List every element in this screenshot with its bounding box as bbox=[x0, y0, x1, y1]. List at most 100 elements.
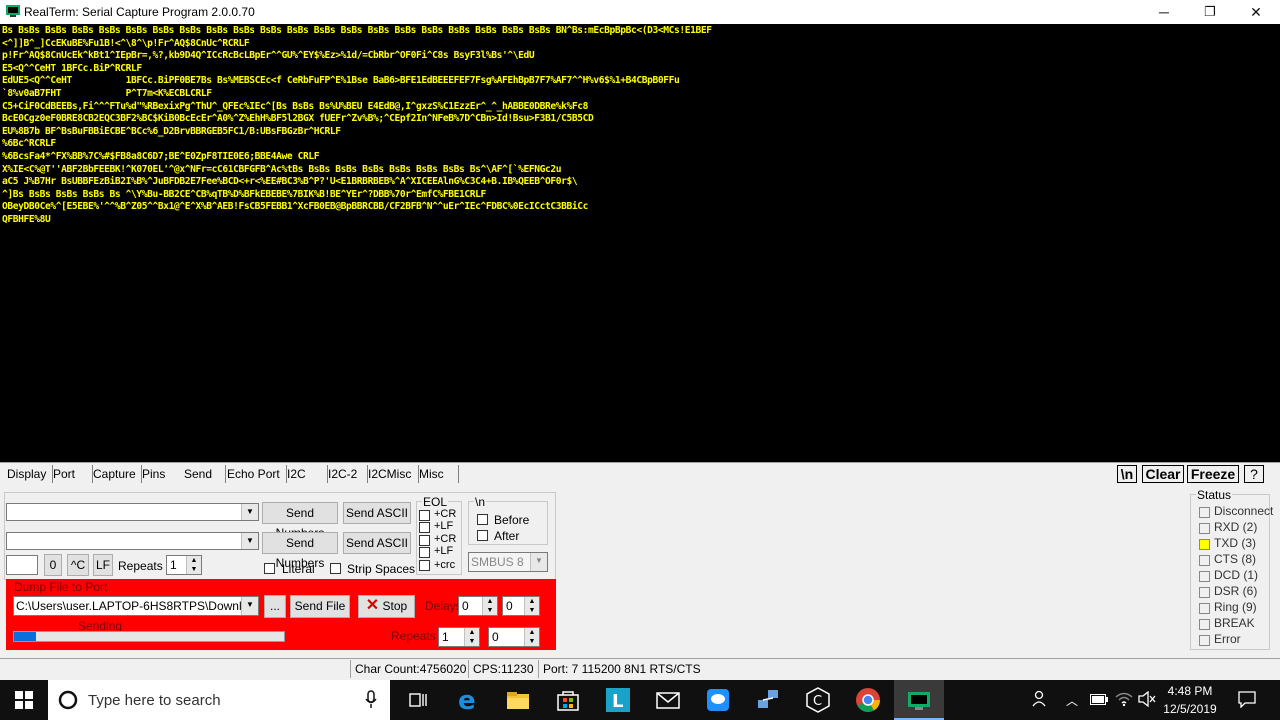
store-icon[interactable] bbox=[554, 686, 582, 714]
terminal-line: BcE0Cgz0eF0BRE8CB2EQC3BF2%BC$KiB0BcEcEr^… bbox=[2, 113, 594, 125]
dump-file-path[interactable]: C:\Users\user.LAPTOP-6HS8RTPS\Downloac ▼ bbox=[13, 596, 259, 616]
mail-icon[interactable] bbox=[654, 686, 682, 714]
zero-button[interactable]: 0 bbox=[44, 554, 62, 576]
ctrl-c-button[interactable]: ^C bbox=[67, 554, 89, 576]
repeat-spinner-1[interactable]: 1 ▲ ▼ bbox=[438, 627, 480, 647]
status-led-error bbox=[1199, 635, 1210, 646]
tab-echo-port[interactable]: Echo Port bbox=[224, 465, 287, 483]
eol-cr-label-1: +CR bbox=[434, 508, 457, 520]
delay-value-2: 0 bbox=[506, 599, 513, 613]
stop-button[interactable]: ✕ Stop bbox=[358, 595, 415, 618]
network-app-icon[interactable] bbox=[754, 686, 782, 714]
eol-crc-label: +crc bbox=[434, 559, 456, 571]
clear-button[interactable]: Clear bbox=[1142, 465, 1184, 483]
newline-button[interactable]: \n bbox=[1117, 465, 1137, 483]
eol-cr-checkbox-1[interactable] bbox=[419, 510, 430, 521]
terminal-line: <^]]B^_]CcEKuBE%Fu1B!<^\8^\p!Fr^AQ$8CnUc… bbox=[2, 37, 250, 49]
delay-spinner-2[interactable]: 0 ▲ ▼ bbox=[502, 596, 540, 616]
send-ascii-button-2[interactable]: Send ASCII bbox=[343, 532, 411, 554]
file-explorer-icon[interactable] bbox=[504, 686, 532, 714]
l-app-icon[interactable]: L bbox=[604, 686, 632, 714]
tab-i2c-2[interactable]: I2C-2 bbox=[325, 465, 368, 483]
maximize-button[interactable]: ❐ bbox=[1187, 0, 1233, 24]
eol-crc-checkbox[interactable] bbox=[419, 560, 430, 571]
svg-text:L: L bbox=[612, 691, 623, 712]
clock-date[interactable]: 12/5/2019 bbox=[1160, 702, 1220, 716]
send-input-2[interactable]: ▼ bbox=[6, 532, 259, 550]
tab-i2cmisc[interactable]: I2CMisc bbox=[365, 465, 419, 483]
wifi-icon[interactable] bbox=[1115, 691, 1133, 710]
after-checkbox[interactable] bbox=[477, 530, 488, 541]
edge-browser-icon[interactable]: e bbox=[454, 686, 482, 716]
chevron-down-icon[interactable]: ▼ bbox=[241, 504, 258, 520]
literal-label: Literal bbox=[282, 562, 315, 576]
send-numbers-button-2[interactable]: Send Numbers bbox=[262, 532, 338, 570]
tab-pins[interactable]: Pins bbox=[139, 465, 184, 483]
notification-icon[interactable] bbox=[1238, 690, 1256, 711]
chevron-down-icon[interactable]: ▼ bbox=[530, 553, 547, 571]
spin-arrows-icon[interactable]: ▲ ▼ bbox=[186, 556, 201, 574]
close-button[interactable]: ✕ bbox=[1233, 0, 1279, 24]
repeats-spinner[interactable]: 1 ▲ ▼ bbox=[166, 555, 202, 575]
tab-i2c[interactable]: I2C bbox=[284, 465, 328, 483]
freeze-button[interactable]: Freeze bbox=[1187, 465, 1239, 483]
tab-capture[interactable]: Capture bbox=[90, 465, 142, 483]
terminal-display[interactable]: Bs BsBs BsBs BsBs BsBs BsBs BsBs BsBs Bs… bbox=[0, 24, 1280, 462]
c-app-icon[interactable]: C bbox=[804, 686, 832, 714]
status-led-cts bbox=[1199, 555, 1210, 566]
browse-button[interactable]: ... bbox=[264, 595, 286, 618]
realterm-app-icon bbox=[6, 5, 20, 17]
strip-spaces-checkbox[interactable] bbox=[330, 563, 341, 574]
delay-value-1: 0 bbox=[462, 599, 469, 613]
literal-checkbox[interactable] bbox=[264, 563, 275, 574]
help-button[interactable]: ? bbox=[1244, 465, 1264, 483]
speaker-muted-icon[interactable] bbox=[1138, 690, 1156, 710]
tab-misc[interactable]: Misc bbox=[416, 465, 459, 483]
realterm-taskbar-button[interactable] bbox=[894, 680, 944, 720]
spin-arrows-icon[interactable]: ▲ ▼ bbox=[464, 628, 479, 646]
chrome-icon[interactable] bbox=[854, 686, 882, 714]
send-input-1[interactable]: ▼ bbox=[6, 503, 259, 521]
chevron-down-icon[interactable]: ▼ bbox=[241, 597, 258, 615]
status-led-ring bbox=[1199, 603, 1210, 614]
chevron-down-icon[interactable]: ▼ bbox=[241, 533, 258, 549]
status-title: Status bbox=[1196, 488, 1233, 502]
send-progress-fill bbox=[14, 632, 36, 641]
battery-icon[interactable] bbox=[1090, 694, 1108, 708]
repeat-spinner-2[interactable]: 0 ▲ ▼ bbox=[488, 627, 540, 647]
clock-time[interactable]: 4:48 PM bbox=[1160, 684, 1220, 698]
chat-icon[interactable] bbox=[704, 686, 732, 714]
smbus-value: SMBUS 8 bbox=[471, 555, 524, 569]
people-icon[interactable] bbox=[1031, 689, 1049, 710]
char-input[interactable] bbox=[6, 555, 38, 575]
newline-group-title: \n bbox=[474, 495, 487, 509]
tab-display[interactable]: Display bbox=[4, 465, 53, 483]
send-ascii-button-1[interactable]: Send ASCII bbox=[343, 502, 411, 524]
minimize-button[interactable]: ─ bbox=[1141, 0, 1187, 24]
send-numbers-button-1[interactable]: Send Numbers bbox=[262, 502, 338, 540]
terminal-line: E5<Q^^CeHT 1BFCc.BiP^RCRLF bbox=[2, 62, 142, 74]
before-checkbox[interactable] bbox=[477, 514, 488, 525]
eol-cr-checkbox-2[interactable] bbox=[419, 535, 430, 546]
spin-arrows-icon[interactable]: ▲ ▼ bbox=[524, 628, 539, 646]
eol-lf-label-2: +LF bbox=[434, 545, 454, 557]
status-label-disconnect: Disconnect bbox=[1214, 504, 1274, 518]
eol-lf-checkbox-1[interactable] bbox=[419, 522, 430, 533]
status-led-txd bbox=[1199, 539, 1210, 550]
terminal-line: aC5 J%B7Hr BsUBBFEzBiB2I%B%^JuBFDB2E7Fee… bbox=[2, 176, 578, 188]
microphone-icon[interactable] bbox=[364, 690, 378, 713]
windows-start-icon[interactable] bbox=[15, 691, 33, 712]
tab-send[interactable]: Send bbox=[181, 465, 226, 483]
smbus-select[interactable]: SMBUS 8 ▼ bbox=[468, 552, 548, 572]
terminal-line: X%IE<C%@T''ABF2BbFEEBK!^K070EL'^@x^NFr=c… bbox=[2, 163, 562, 175]
chevron-up-icon[interactable]: ︿ bbox=[1066, 692, 1078, 709]
eol-lf-checkbox-2[interactable] bbox=[419, 547, 430, 558]
send-file-button[interactable]: Send File bbox=[290, 595, 350, 618]
delay-spinner-1[interactable]: 0 ▲ ▼ bbox=[458, 596, 498, 616]
spin-arrows-icon[interactable]: ▲ ▼ bbox=[524, 597, 539, 615]
tab-port[interactable]: Port bbox=[50, 465, 93, 483]
lf-button[interactable]: LF bbox=[93, 554, 113, 576]
repeats-value: 1 bbox=[170, 558, 177, 572]
task-view-icon[interactable] bbox=[404, 686, 432, 714]
spin-arrows-icon[interactable]: ▲ ▼ bbox=[482, 597, 497, 615]
